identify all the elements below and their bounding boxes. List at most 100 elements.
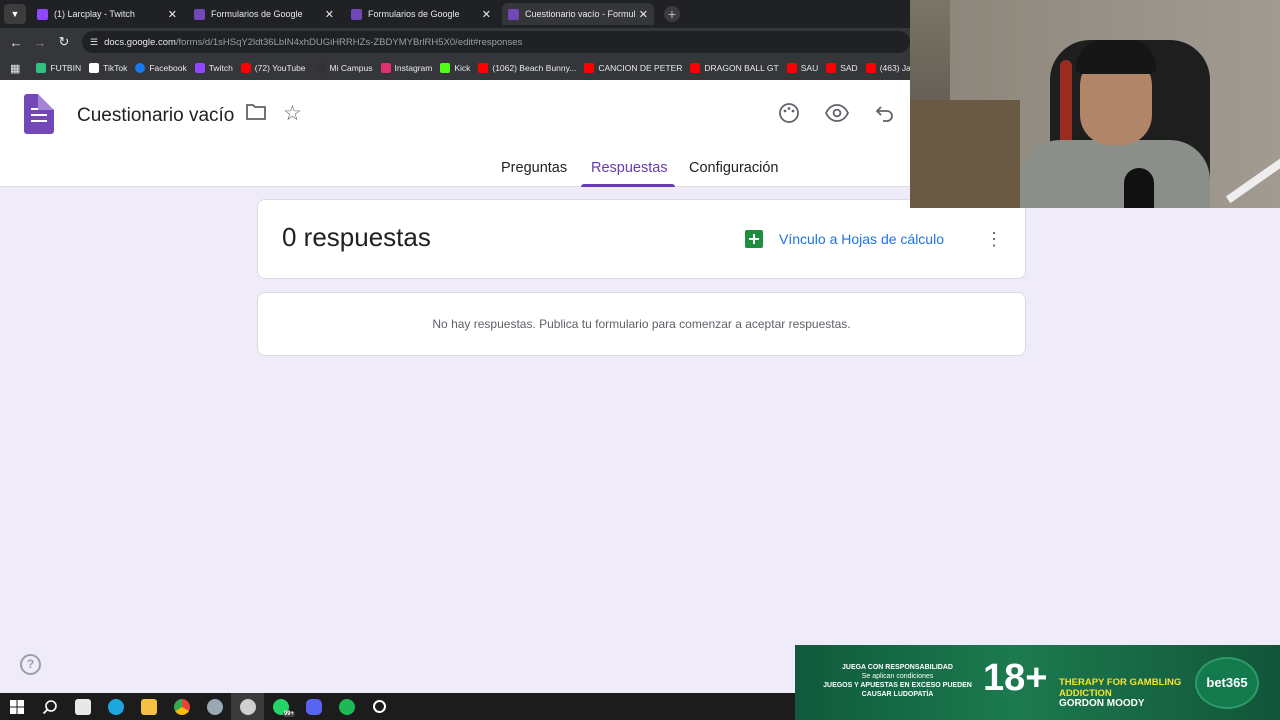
tab-search-button[interactable]: ▼ <box>4 4 26 24</box>
back-icon[interactable]: ← <box>4 35 28 50</box>
search-icon[interactable] <box>33 693 66 720</box>
bookmark-label: FUTBIN <box>50 63 82 73</box>
bookmark-label: SAU <box>800 63 819 73</box>
file-explorer-icon[interactable] <box>132 693 165 720</box>
reload-icon[interactable]: ↻ <box>52 34 76 50</box>
site-info-icon[interactable]: ☰ <box>90 37 98 48</box>
google-sheets-icon[interactable] <box>745 230 763 248</box>
futbin-icon <box>36 63 47 73</box>
webcam-shelf <box>910 100 1020 208</box>
chrome-icon[interactable] <box>165 693 198 720</box>
bookmark-instagram[interactable]: Instagram <box>380 63 433 73</box>
browser-toolbar: ← → ↻ ☰ docs.google.com/forms/d/1sHSqY2l… <box>0 28 910 56</box>
bookmark-label: CANCION DE PETER <box>598 63 683 73</box>
star-icon[interactable]: ☆ <box>283 102 302 126</box>
bookmark-mi-campus[interactable]: Mi Campus <box>315 63 373 73</box>
instagram-icon <box>380 63 391 73</box>
tab-configuracion[interactable]: Configuración <box>689 160 778 176</box>
whatsapp-icon[interactable]: 99+ <box>264 693 297 720</box>
windows-taskbar: 99+ <box>0 693 795 720</box>
youtube-icon <box>786 63 797 73</box>
folder-icon[interactable] <box>246 102 266 126</box>
windows-start-icon[interactable] <box>0 693 33 720</box>
ad-gordon-moody: GORDON MOODY <box>1059 698 1145 709</box>
ad-therapy-text: THERAPY FOR GAMBLING ADDICTION <box>1059 677 1182 699</box>
form-title[interactable]: Cuestionario vacío <box>77 105 234 127</box>
url-path: /forms/d/1sHSqY2ldt36LbIN4xhDUGiHRRHZs-Z… <box>175 36 523 48</box>
tab-preguntas[interactable]: Preguntas <box>501 160 567 176</box>
notification-badge: 99+ <box>282 711 295 717</box>
bookmark-sad[interactable]: SAD <box>826 63 858 73</box>
bookmark-label: Instagram <box>394 63 433 73</box>
browser-tab-active[interactable]: Cuestionario vacío - Formulario ✕ <box>502 3 654 25</box>
ad-disclaimer: JUEGA CON RESPONSABILIDAD Se aplican con… <box>820 663 975 699</box>
close-icon[interactable]: ✕ <box>639 8 648 21</box>
browser-tab-twitch[interactable]: (1) Larcplay - Twitch ✕ <box>31 3 183 25</box>
empty-state-message: No hay respuestas. Publica tu formulario… <box>432 317 851 331</box>
bookmark-sau[interactable]: SAU <box>786 63 819 73</box>
bookmark-kick[interactable]: Kick <box>440 63 470 73</box>
ad-age-label: 18+ <box>983 657 1048 699</box>
palette-icon[interactable] <box>778 102 800 130</box>
bookmark-label: (1062) Beach Bunny... <box>492 63 577 73</box>
store-icon[interactable] <box>66 693 99 720</box>
ad-brand-logo: bet365 <box>1195 657 1259 709</box>
undo-icon[interactable] <box>875 102 895 130</box>
response-count: 0 respuestas <box>282 222 431 252</box>
bookmark-label: Facebook <box>149 63 187 73</box>
spotify-icon[interactable] <box>330 693 363 720</box>
form-tabs: Preguntas Respuestas Configuración <box>0 153 910 187</box>
forms-header: Cuestionario vacío ☆ Preguntas Respuesta… <box>0 80 910 187</box>
apps-icon[interactable]: ▦ <box>10 62 20 75</box>
ad-line-3: JUEGOS Y APUESTAS EN EXCESO PUEDEN CAUSA… <box>823 682 972 698</box>
link-to-sheets-button[interactable]: Vínculo a Hojas de cálculo <box>779 231 944 247</box>
webcam-overlay <box>910 0 1280 208</box>
webcam-person-body <box>1020 140 1210 208</box>
google-forms-logo[interactable] <box>24 94 54 134</box>
bookmark-label: Kick <box>454 63 471 73</box>
close-icon[interactable]: ✕ <box>482 8 491 21</box>
more-options-icon[interactable]: ⋮ <box>985 226 1003 252</box>
bookmark-tiktok[interactable]: TikTok <box>89 63 127 73</box>
address-bar[interactable]: ☰ docs.google.com/forms/d/1sHSqY2ldt36Lb… <box>82 31 910 53</box>
app-launcher-icon[interactable] <box>363 693 396 720</box>
bookmark-label: (463) James <box>879 63 910 73</box>
webcam-person-hair <box>1076 40 1156 74</box>
tab-title: Formularios de Google <box>368 9 460 19</box>
kick-icon <box>440 63 451 73</box>
responses-summary-card: 0 respuestas Vínculo a Hojas de cálculo … <box>257 199 1026 279</box>
bookmark-label: TikTok <box>103 63 128 73</box>
bookmark-youtube[interactable]: (72) YouTube <box>240 63 306 73</box>
new-tab-button[interactable]: + <box>664 6 680 22</box>
tab-respuestas[interactable]: Respuestas <box>591 160 668 176</box>
close-icon[interactable]: ✕ <box>325 8 334 21</box>
help-icon[interactable]: ? <box>20 654 41 675</box>
discord-icon[interactable] <box>297 693 330 720</box>
youtube-icon <box>865 63 876 73</box>
facebook-icon <box>135 63 146 73</box>
bookmark-james[interactable]: (463) James <box>865 63 910 73</box>
bookmark-facebook[interactable]: Facebook <box>135 63 187 73</box>
bookmark-beach-bunny[interactable]: (1062) Beach Bunny... <box>478 63 576 73</box>
preview-eye-icon[interactable] <box>824 102 850 130</box>
twitch-icon <box>194 63 205 73</box>
bookmark-label: (72) YouTube <box>254 63 306 73</box>
bookmark-futbin[interactable]: FUTBIN <box>36 63 81 73</box>
app-icon[interactable] <box>198 693 231 720</box>
bookmark-dragon-ball-gt[interactable]: DRAGON BALL GT <box>690 63 779 73</box>
tiktok-icon <box>89 63 100 73</box>
close-icon[interactable]: ✕ <box>168 8 177 21</box>
bookmark-cancion-de-peter[interactable]: CANCION DE PETER <box>584 63 682 73</box>
tab-title: Cuestionario vacío - Formulario <box>525 9 635 19</box>
browser-tab-forms-1[interactable]: Formularios de Google ✕ <box>188 3 340 25</box>
google-forms-icon <box>194 8 205 20</box>
edge-icon[interactable] <box>99 693 132 720</box>
google-forms-icon <box>351 8 362 20</box>
browser-tab-forms-2[interactable]: Formularios de Google ✕ <box>345 3 497 25</box>
bookmark-twitch[interactable]: Twitch <box>194 63 233 73</box>
url-host: docs.google.com <box>104 36 176 48</box>
obs-icon[interactable] <box>231 693 264 720</box>
empty-state-card: No hay respuestas. Publica tu formulario… <box>257 292 1026 356</box>
browser-tab-strip: ▼ (1) Larcplay - Twitch ✕ Formularios de… <box>0 0 910 28</box>
forward-icon[interactable]: → <box>28 35 52 50</box>
